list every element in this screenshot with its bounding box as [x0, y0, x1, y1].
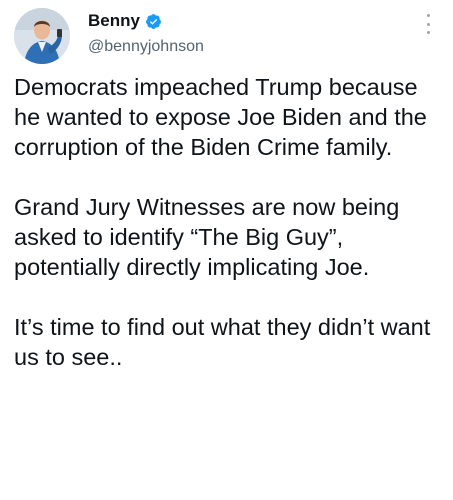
handle[interactable]: @bennyjohnson: [88, 38, 204, 56]
tweet-paragraph-1: Democrats impeached Trump because he wan…: [14, 74, 427, 160]
tweet-paragraph-2: Grand Jury Witnesses are now being asked…: [14, 194, 400, 280]
tweet-paragraph-3: It’s time to find out what they didn’t w…: [14, 314, 431, 370]
name-row: Benny: [88, 10, 204, 32]
display-name[interactable]: Benny: [88, 11, 140, 31]
tweet-card: Benny @bennyjohnson Democrats impeached …: [0, 0, 453, 500]
author-info: Benny @bennyjohnson: [88, 10, 204, 56]
more-options-icon[interactable]: [423, 14, 433, 34]
tweet-text: Democrats impeached Trump because he wan…: [14, 72, 446, 372]
avatar-photo: [14, 8, 70, 64]
verified-badge-icon: [145, 13, 162, 30]
tweet-header: Benny @bennyjohnson: [14, 8, 439, 68]
avatar[interactable]: [14, 8, 70, 64]
